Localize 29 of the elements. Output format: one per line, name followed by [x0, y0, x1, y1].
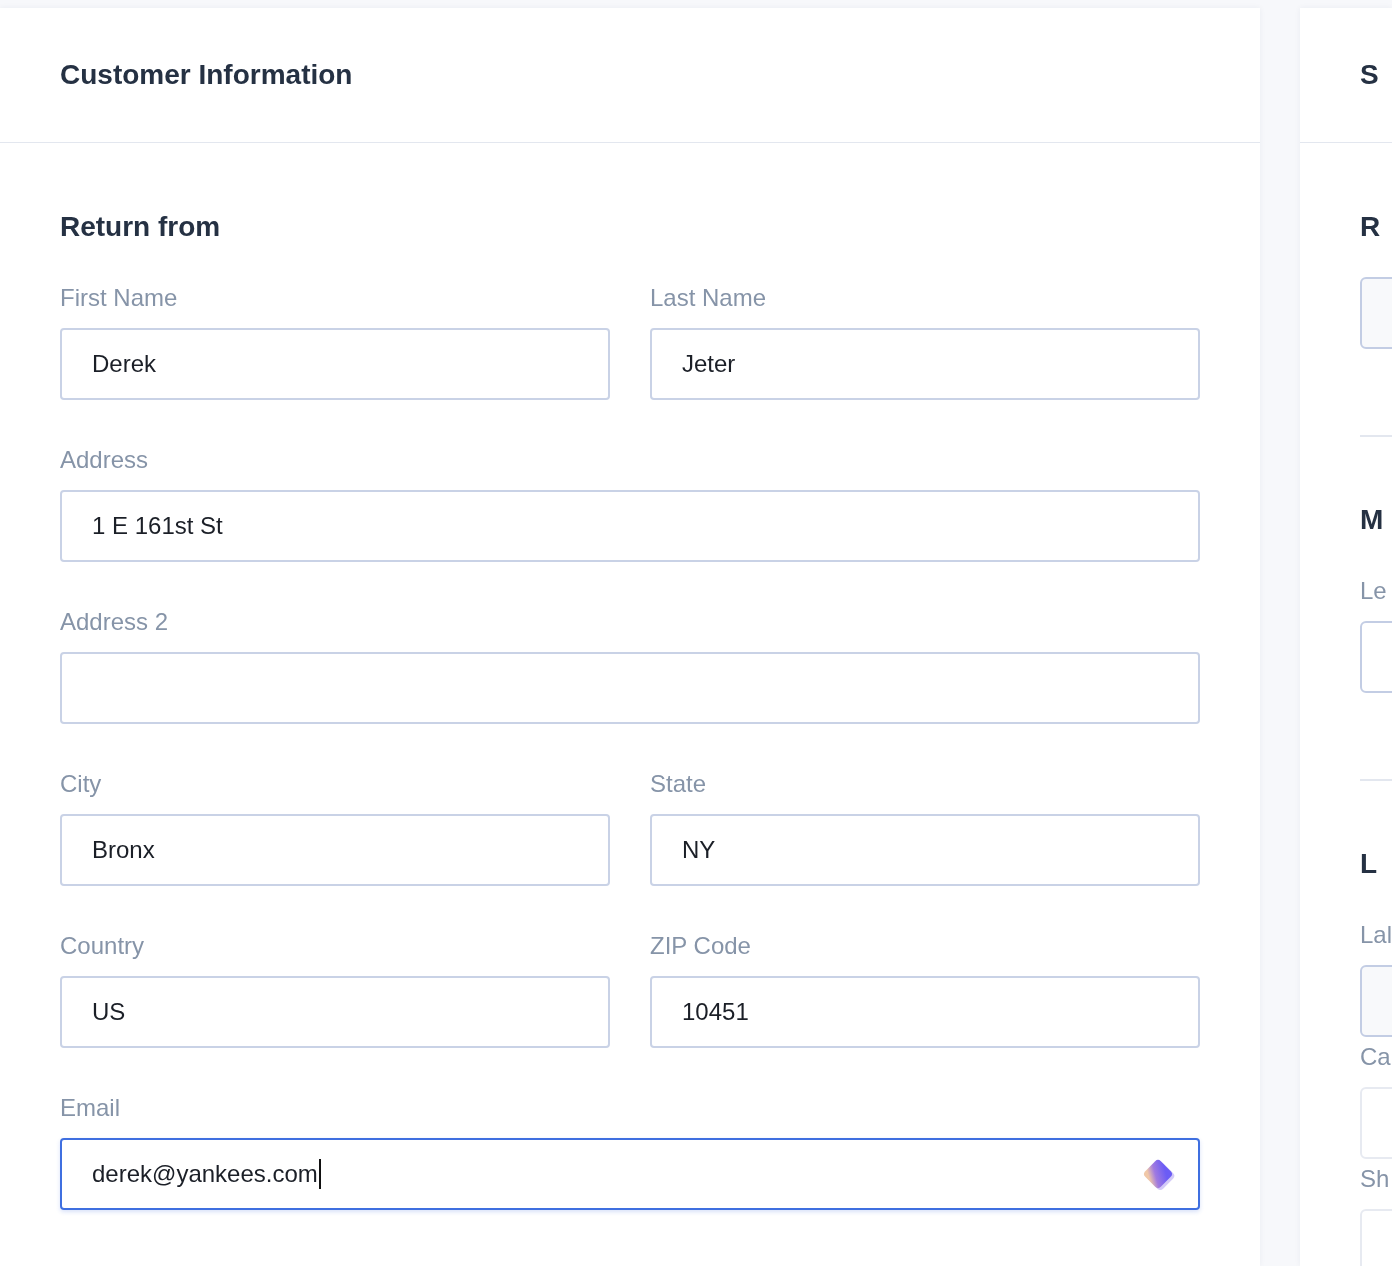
- section-title: L: [1360, 847, 1378, 881]
- section-title: M: [1360, 503, 1384, 537]
- field-label: Lal: [1360, 921, 1392, 949]
- field-label: Le: [1360, 577, 1387, 605]
- field-label: Address: [60, 446, 149, 474]
- field-label: Address 2: [60, 608, 169, 636]
- input-field[interactable]: Derek: [60, 328, 610, 400]
- input-field[interactable]: 1 E 161st St: [60, 490, 1200, 562]
- input-field[interactable]: Jeter: [650, 328, 1200, 400]
- card-title: Customer Information: [60, 59, 353, 91]
- section-title: Return from: [60, 210, 222, 244]
- input-field[interactable]: NY: [650, 814, 1200, 886]
- text-cursor: [318, 1159, 321, 1189]
- field-label: City: [60, 770, 102, 798]
- field-label: First Name: [60, 284, 178, 312]
- field-label: State: [650, 770, 707, 798]
- field-label: ZIP Code: [650, 932, 751, 960]
- input-field[interactable]: Bronx: [60, 814, 610, 886]
- section-title: R: [1360, 210, 1381, 244]
- input-field[interactable]: US: [60, 976, 610, 1048]
- input-field[interactable]: [60, 652, 1200, 724]
- field-label: Last Name: [650, 284, 767, 312]
- input-field[interactable]: derek@yankees.com: [60, 1138, 1200, 1210]
- field-label: Sh: [1360, 1165, 1390, 1193]
- input-field[interactable]: 10451: [650, 976, 1200, 1048]
- card-title: S: [1360, 59, 1379, 91]
- field-label: Country: [60, 932, 145, 960]
- field-label: Ca: [1360, 1043, 1391, 1071]
- field-label: Email: [60, 1094, 120, 1122]
